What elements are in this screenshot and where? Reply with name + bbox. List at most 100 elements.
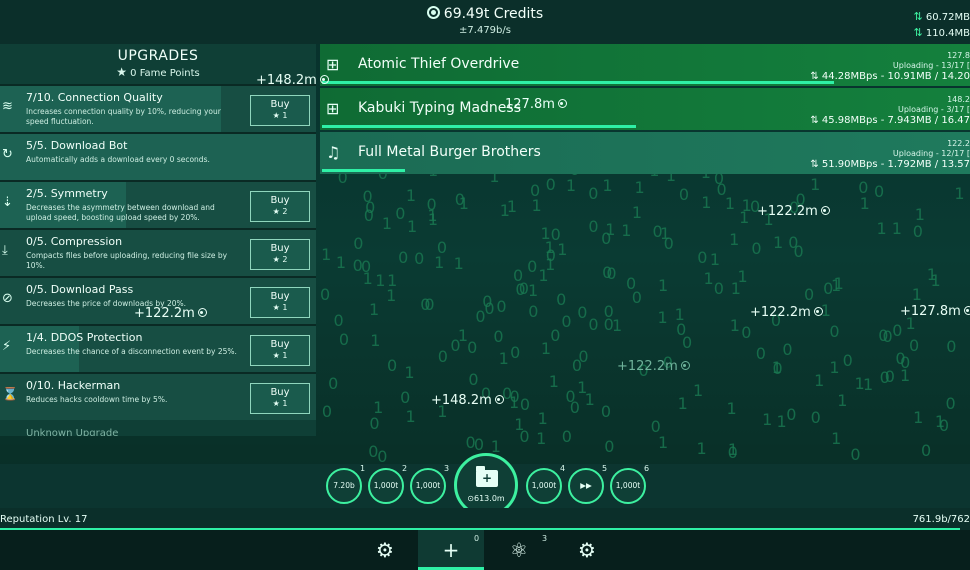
credits-value: 69.49t Credits (443, 6, 544, 22)
download-item[interactable]: ⊞ Kabuki Typing Madness 148.2 Uploading … (320, 88, 970, 130)
matrix-digit: 1 (814, 370, 825, 390)
matrix-digit: 0 (496, 296, 507, 316)
matrix-digit: 0 (569, 397, 580, 417)
matrix-digit: 0 (676, 320, 687, 340)
matrix-digit: 1 (453, 253, 464, 273)
matrix-digit: 0 (426, 194, 437, 214)
matrix-digit: 0 (600, 401, 612, 421)
matrix-digit: 1 (709, 250, 721, 270)
matrix-digit: 0 (369, 414, 380, 434)
buy-button[interactable]: Buy ★ 1 (250, 383, 310, 414)
matrix-digit: 0 (823, 278, 834, 298)
matrix-digit: 1 (891, 218, 902, 238)
quick-slot-number: 2 (402, 464, 408, 473)
matrix-digit: 1 (537, 408, 548, 428)
matrix-digit: 0 (578, 347, 589, 367)
matrix-digit: 0 (519, 395, 531, 415)
buy-button[interactable]: Buy ★ 1 (250, 335, 310, 366)
buy-button[interactable]: Buy ★ 2 (250, 191, 310, 222)
matrix-digit: 0 (400, 387, 411, 407)
matrix-digit: 0 (475, 306, 486, 326)
quick-slot-4[interactable]: 1,000t (526, 468, 562, 504)
matrix-digit: 0 (850, 445, 861, 465)
floating-amount: +127.8m (900, 304, 970, 319)
matrix-digit: 0 (625, 274, 637, 294)
matrix-digit: 1 (427, 210, 439, 230)
upgrade-name: 0/5. Compression (26, 235, 123, 248)
quick-slot-1[interactable]: 7.20b (326, 468, 362, 504)
upgrade-name: 1/4. DDOS Protection (26, 331, 143, 344)
matrix-digit: 1 (584, 390, 595, 410)
download-size: 148.2 (947, 95, 970, 104)
matrix-digit: 1 (934, 412, 946, 432)
matrix-digit: 1 (810, 175, 821, 195)
matrix-digit: 0 (810, 407, 821, 427)
reputation-value: 761.9b/762 (912, 514, 970, 525)
matrix-digit: 0 (320, 285, 331, 305)
matrix-digit: 0 (786, 405, 797, 425)
quick-slot-number: 6 (644, 464, 650, 473)
matrix-digit: 1 (369, 299, 380, 319)
upgrade-description: Decreases the asymmetry between download… (26, 203, 215, 222)
buy-button[interactable]: Buy ★ 2 (250, 239, 310, 270)
fame-cost: ★ 1 (272, 399, 288, 408)
matrix-digit: 0 (519, 426, 530, 446)
fame-cost: ★ 2 (272, 255, 288, 264)
download-item[interactable]: ♫ Full Metal Burger Brothers 122.2 Uploa… (320, 132, 970, 174)
matrix-digit: 1 (657, 432, 669, 452)
matrix-digit: 1 (544, 237, 555, 257)
matrix-digit: 0 (631, 287, 642, 307)
credit-icon (197, 308, 207, 317)
download-speed: ⇅ 44.28MBps - 10.91MB / 14.20 (810, 71, 970, 82)
nav-cpu[interactable]: ⚙ (352, 530, 418, 570)
matrix-digit: 0 (515, 279, 526, 299)
quick-slot-3[interactable]: 1,000t (410, 468, 446, 504)
matrix-digit: 1 (914, 205, 925, 225)
matrix-digit: 0 (772, 359, 783, 379)
matrix-digit: 1 (557, 239, 568, 259)
matrix-digit: 1 (739, 208, 750, 228)
matrix-digit: 1 (831, 429, 842, 449)
matrix-digit: 0 (652, 221, 663, 241)
fame-cost: ★ 2 (272, 207, 288, 216)
matrix-digit: 1 (407, 217, 418, 237)
matrix-digit: 0 (755, 344, 766, 364)
matrix-digit: 0 (436, 238, 448, 258)
upgrade-row: ⌛ 0/10. Hackerman Reduces hacks cooldown… (0, 372, 316, 420)
unknown-upgrade: Unknown Upgrade (26, 428, 119, 436)
buy-button[interactable]: Buy ★ 1 (250, 287, 310, 318)
download-progress (322, 125, 636, 128)
floating-amount: +122.2m (134, 306, 207, 321)
matrix-digit: 0 (338, 330, 350, 350)
matrix-digit: 1 (498, 349, 509, 369)
quick-slot-6[interactable]: 1,000t (610, 468, 646, 504)
matrix-digit: 1 (527, 281, 539, 301)
matrix-digit: 1 (434, 253, 445, 273)
quick-slot-2[interactable]: 1,000t (368, 468, 404, 504)
matrix-digit: 1 (771, 358, 782, 378)
matrix-digit: 1 (762, 410, 773, 430)
buy-button[interactable]: Buy ★ 1 (250, 95, 310, 126)
matrix-digit: 1 (405, 185, 417, 205)
hacker-icon: ⌛ (2, 387, 16, 405)
nav-gear[interactable]: ⚙ (554, 530, 620, 570)
matrix-digit: 0 (858, 178, 869, 198)
matrix-digit: 0 (697, 248, 708, 268)
matrix-digit: 0 (321, 402, 333, 422)
matrix-digit: 1 (621, 220, 632, 240)
matrix-digit: 0 (561, 426, 572, 446)
matrix-digit: 0 (328, 373, 339, 393)
quick-slot-5[interactable]: ▶▶ (568, 468, 604, 504)
matrix-digit: 1 (538, 266, 549, 286)
download-item[interactable]: ⊞ Atomic Thief Overdrive 127.8 Uploading… (320, 44, 970, 86)
matrix-digit: 0 (518, 279, 529, 299)
matrix-digit: 0 (509, 387, 520, 407)
matrix-digit: 0 (842, 350, 853, 370)
matrix-digit: 0 (892, 320, 903, 340)
matrix-digit: 0 (493, 327, 504, 347)
matrix-digit: 1 (536, 429, 547, 449)
matrix-digit: 1 (837, 390, 848, 410)
floating-amount: +122.2m (617, 359, 690, 374)
symmetry-icon: ⇣ (2, 195, 13, 210)
matrix-digit: 1 (911, 284, 922, 304)
